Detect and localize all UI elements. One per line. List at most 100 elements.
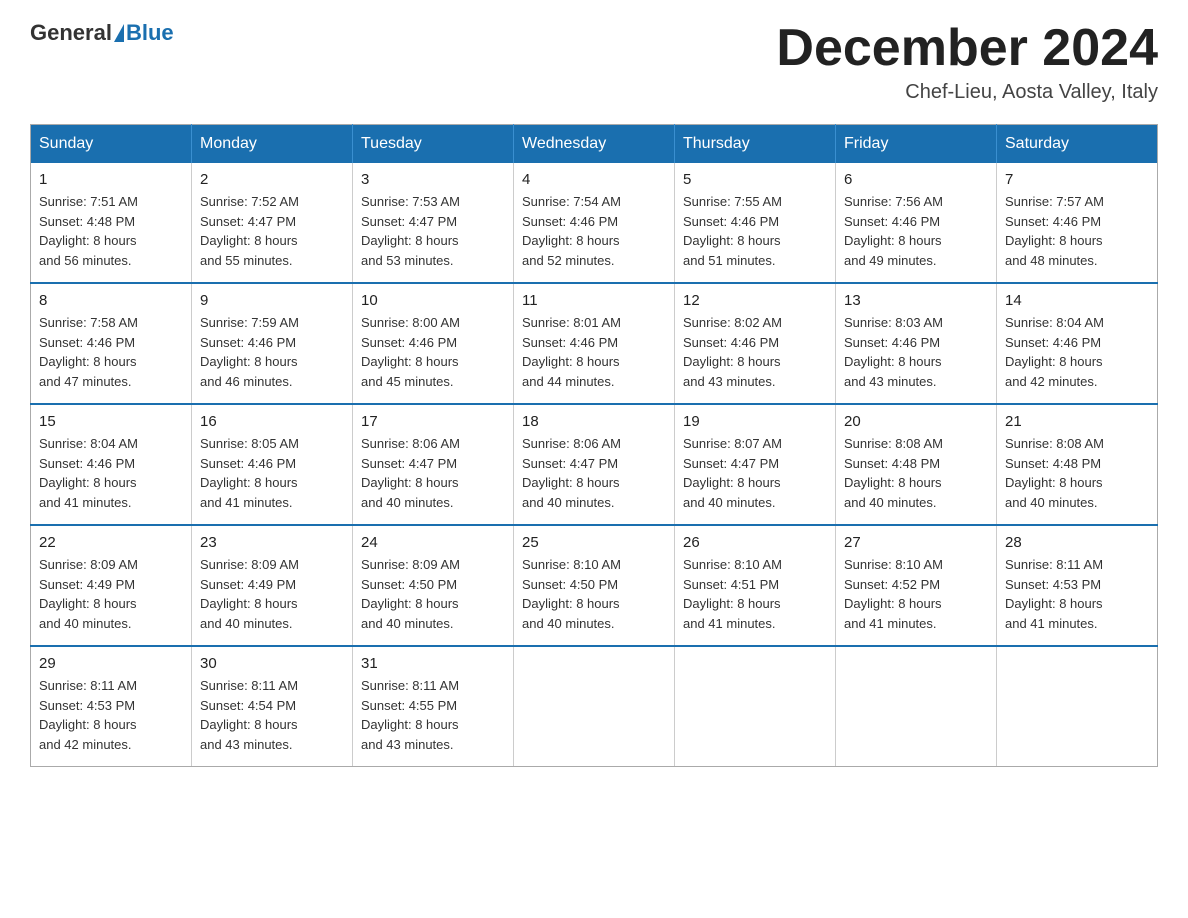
calendar-week-2: 8 Sunrise: 7:58 AMSunset: 4:46 PMDaylight…: [31, 283, 1158, 404]
day-number: 14: [1005, 292, 1149, 309]
calendar-cell: 27 Sunrise: 8:10 AMSunset: 4:52 PMDayligh…: [836, 525, 997, 646]
day-info: Sunrise: 7:59 AMSunset: 4:46 PMDaylight:…: [200, 313, 344, 391]
day-info: Sunrise: 7:53 AMSunset: 4:47 PMDaylight:…: [361, 192, 505, 270]
calendar-week-4: 22 Sunrise: 8:09 AMSunset: 4:49 PMDayligh…: [31, 525, 1158, 646]
calendar-cell: 12 Sunrise: 8:02 AMSunset: 4:46 PMDayligh…: [675, 283, 836, 404]
calendar-cell: 11Sunrise: 8:01 AMSunset: 4:46 PMDayligh…: [514, 283, 675, 404]
calendar-cell: 4 Sunrise: 7:54 AMSunset: 4:46 PMDaylight…: [514, 163, 675, 283]
day-number: 13: [844, 292, 988, 309]
title-area: December 2024 Chef-Lieu, Aosta Valley, I…: [776, 20, 1158, 104]
day-number: 15: [39, 413, 183, 430]
weekday-header-monday: Monday: [192, 125, 353, 164]
calendar-cell: 9 Sunrise: 7:59 AMSunset: 4:46 PMDaylight…: [192, 283, 353, 404]
calendar-cell: 18 Sunrise: 8:06 AMSunset: 4:47 PMDayligh…: [514, 404, 675, 525]
calendar-week-3: 15 Sunrise: 8:04 AMSunset: 4:46 PMDayligh…: [31, 404, 1158, 525]
calendar-cell: [997, 646, 1158, 767]
logo: General Blue: [30, 20, 174, 46]
calendar-cell: 30 Sunrise: 8:11 AMSunset: 4:54 PMDayligh…: [192, 646, 353, 767]
calendar-cell: 15 Sunrise: 8:04 AMSunset: 4:46 PMDayligh…: [31, 404, 192, 525]
day-info: Sunrise: 8:09 AMSunset: 4:49 PMDaylight:…: [200, 555, 344, 633]
calendar-cell: 25 Sunrise: 8:10 AMSunset: 4:50 PMDayligh…: [514, 525, 675, 646]
calendar-cell: 23 Sunrise: 8:09 AMSunset: 4:49 PMDayligh…: [192, 525, 353, 646]
day-number: 23: [200, 534, 344, 551]
day-info: Sunrise: 7:54 AMSunset: 4:46 PMDaylight:…: [522, 192, 666, 270]
day-number: 12: [683, 292, 827, 309]
day-info: Sunrise: 8:11 AMSunset: 4:55 PMDaylight:…: [361, 676, 505, 754]
calendar-cell: 19Sunrise: 8:07 AMSunset: 4:47 PMDayligh…: [675, 404, 836, 525]
day-number: 8: [39, 292, 183, 309]
logo-triangle-icon: [114, 24, 124, 42]
logo-blue-text: Blue: [126, 20, 174, 46]
day-info: Sunrise: 8:11 AMSunset: 4:53 PMDaylight:…: [1005, 555, 1149, 633]
calendar-cell: 20 Sunrise: 8:08 AMSunset: 4:48 PMDayligh…: [836, 404, 997, 525]
calendar-cell: [836, 646, 997, 767]
day-number: 2: [200, 171, 344, 188]
day-number: 6: [844, 171, 988, 188]
day-number: 28: [1005, 534, 1149, 551]
location-title: Chef-Lieu, Aosta Valley, Italy: [776, 81, 1158, 104]
day-info: Sunrise: 8:09 AMSunset: 4:50 PMDaylight:…: [361, 555, 505, 633]
day-info: Sunrise: 8:02 AMSunset: 4:46 PMDaylight:…: [683, 313, 827, 391]
calendar-cell: 17 Sunrise: 8:06 AMSunset: 4:47 PMDayligh…: [353, 404, 514, 525]
day-number: 1: [39, 171, 183, 188]
day-number: 29: [39, 655, 183, 672]
calendar-cell: 8 Sunrise: 7:58 AMSunset: 4:46 PMDaylight…: [31, 283, 192, 404]
calendar-cell: 3 Sunrise: 7:53 AMSunset: 4:47 PMDaylight…: [353, 163, 514, 283]
day-info: Sunrise: 8:06 AMSunset: 4:47 PMDaylight:…: [522, 434, 666, 512]
day-number: 26: [683, 534, 827, 551]
day-number: 4: [522, 171, 666, 188]
day-info: Sunrise: 8:10 AMSunset: 4:52 PMDaylight:…: [844, 555, 988, 633]
day-number: 10: [361, 292, 505, 309]
day-number: 21: [1005, 413, 1149, 430]
day-info: Sunrise: 7:58 AMSunset: 4:46 PMDaylight:…: [39, 313, 183, 391]
day-info: Sunrise: 8:04 AMSunset: 4:46 PMDaylight:…: [39, 434, 183, 512]
weekday-header-sunday: Sunday: [31, 125, 192, 164]
day-info: Sunrise: 7:51 AMSunset: 4:48 PMDaylight:…: [39, 192, 183, 270]
day-info: Sunrise: 8:11 AMSunset: 4:53 PMDaylight:…: [39, 676, 183, 754]
calendar-cell: 31Sunrise: 8:11 AMSunset: 4:55 PMDayligh…: [353, 646, 514, 767]
calendar-cell: 24 Sunrise: 8:09 AMSunset: 4:50 PMDayligh…: [353, 525, 514, 646]
day-number: 22: [39, 534, 183, 551]
weekday-header-saturday: Saturday: [997, 125, 1158, 164]
day-number: 19: [683, 413, 827, 430]
day-info: Sunrise: 8:04 AMSunset: 4:46 PMDaylight:…: [1005, 313, 1149, 391]
day-number: 9: [200, 292, 344, 309]
calendar-cell: [514, 646, 675, 767]
weekday-header-friday: Friday: [836, 125, 997, 164]
day-info: Sunrise: 8:08 AMSunset: 4:48 PMDaylight:…: [844, 434, 988, 512]
day-number: 24: [361, 534, 505, 551]
day-number: 3: [361, 171, 505, 188]
weekday-header-tuesday: Tuesday: [353, 125, 514, 164]
day-info: Sunrise: 8:10 AMSunset: 4:50 PMDaylight:…: [522, 555, 666, 633]
day-info: Sunrise: 8:05 AMSunset: 4:46 PMDaylight:…: [200, 434, 344, 512]
day-info: Sunrise: 8:00 AMSunset: 4:46 PMDaylight:…: [361, 313, 505, 391]
calendar-cell: 26 Sunrise: 8:10 AMSunset: 4:51 PMDayligh…: [675, 525, 836, 646]
day-info: Sunrise: 7:52 AMSunset: 4:47 PMDaylight:…: [200, 192, 344, 270]
calendar-cell: 21 Sunrise: 8:08 AMSunset: 4:48 PMDayligh…: [997, 404, 1158, 525]
day-info: Sunrise: 8:08 AMSunset: 4:48 PMDaylight:…: [1005, 434, 1149, 512]
day-number: 7: [1005, 171, 1149, 188]
calendar-cell: 6Sunrise: 7:56 AMSunset: 4:46 PMDaylight…: [836, 163, 997, 283]
day-info: Sunrise: 8:10 AMSunset: 4:51 PMDaylight:…: [683, 555, 827, 633]
day-number: 18: [522, 413, 666, 430]
month-title: December 2024: [776, 20, 1158, 77]
calendar-cell: 7Sunrise: 7:57 AMSunset: 4:46 PMDaylight…: [997, 163, 1158, 283]
day-number: 27: [844, 534, 988, 551]
day-number: 16: [200, 413, 344, 430]
day-info: Sunrise: 8:11 AMSunset: 4:54 PMDaylight:…: [200, 676, 344, 754]
day-info: Sunrise: 8:09 AMSunset: 4:49 PMDaylight:…: [39, 555, 183, 633]
day-number: 25: [522, 534, 666, 551]
day-number: 11: [522, 292, 666, 309]
day-number: 20: [844, 413, 988, 430]
calendar-cell: 28 Sunrise: 8:11 AMSunset: 4:53 PMDayligh…: [997, 525, 1158, 646]
calendar-cell: 10 Sunrise: 8:00 AMSunset: 4:46 PMDayligh…: [353, 283, 514, 404]
weekday-header-thursday: Thursday: [675, 125, 836, 164]
calendar-header-row: SundayMondayTuesdayWednesdayThursdayFrid…: [31, 125, 1158, 164]
day-number: 17: [361, 413, 505, 430]
day-number: 30: [200, 655, 344, 672]
calendar-cell: 13 Sunrise: 8:03 AMSunset: 4:46 PMDayligh…: [836, 283, 997, 404]
calendar-cell: 22 Sunrise: 8:09 AMSunset: 4:49 PMDayligh…: [31, 525, 192, 646]
day-info: Sunrise: 8:03 AMSunset: 4:46 PMDaylight:…: [844, 313, 988, 391]
day-info: Sunrise: 8:06 AMSunset: 4:47 PMDaylight:…: [361, 434, 505, 512]
calendar-table: SundayMondayTuesdayWednesdayThursdayFrid…: [30, 124, 1158, 767]
